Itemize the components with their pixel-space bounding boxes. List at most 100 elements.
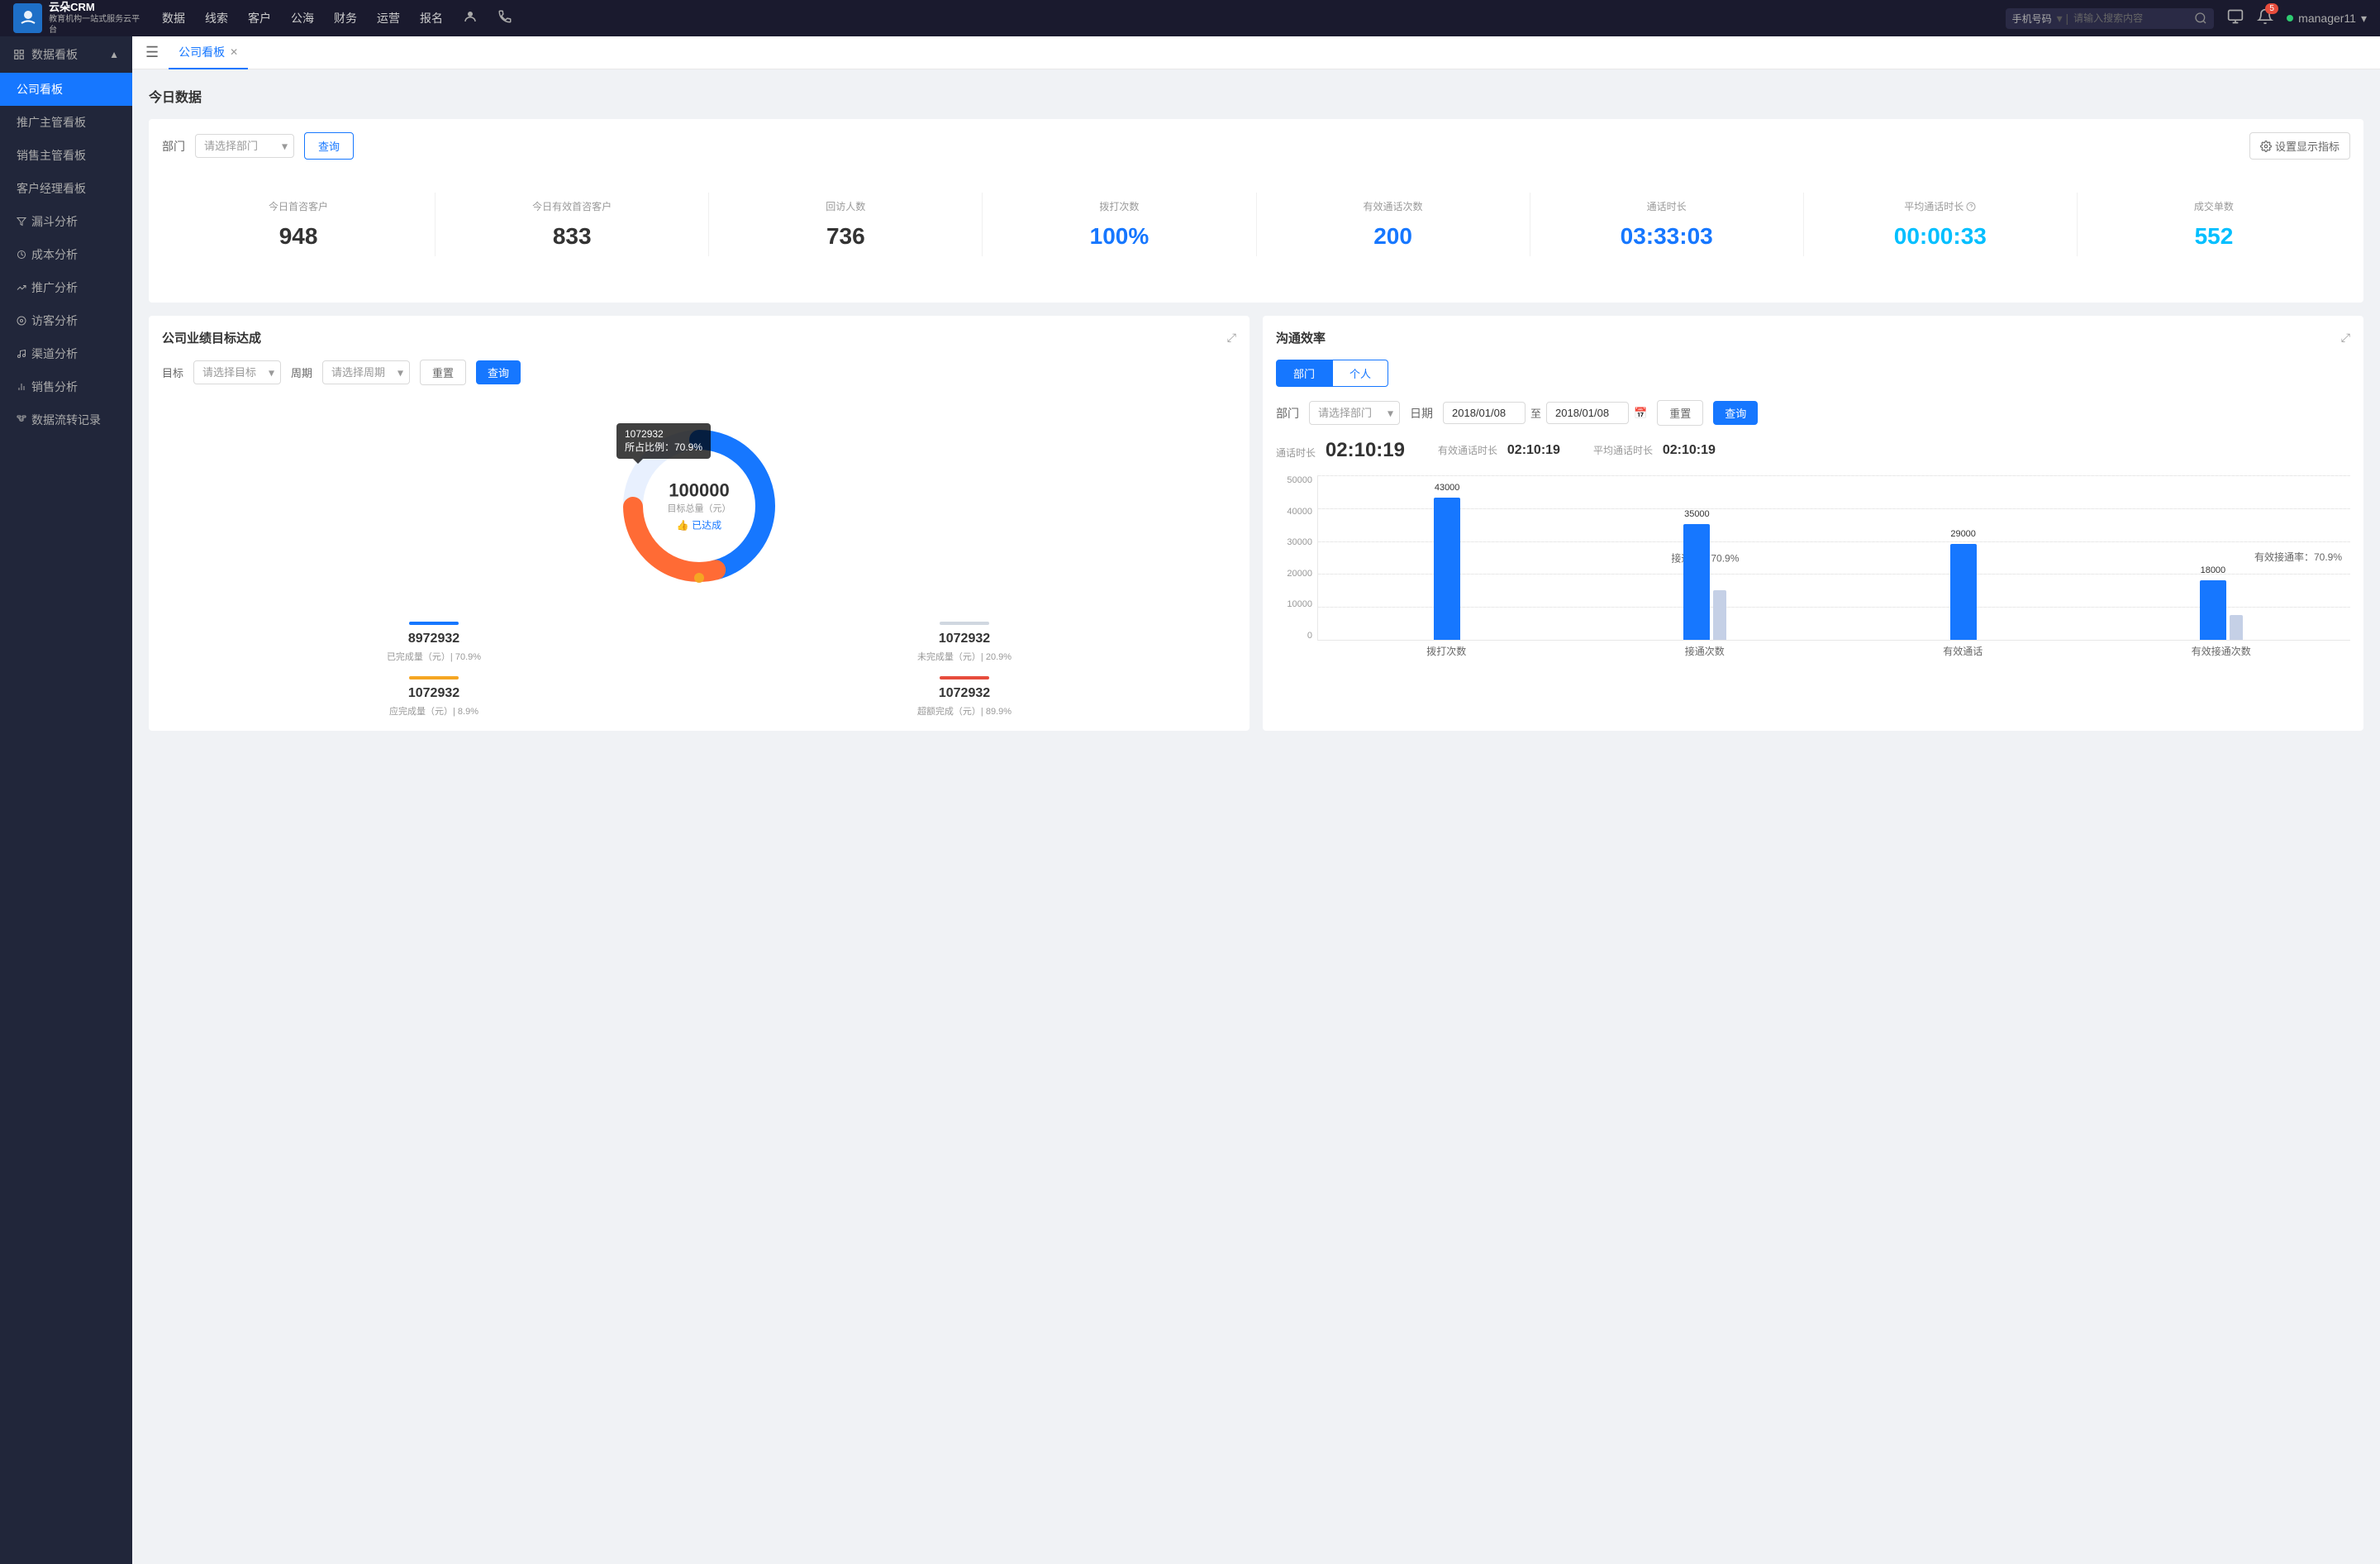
promo-icon <box>17 283 26 293</box>
sidebar-item-data-flow[interactable]: 数据流转记录 <box>0 403 132 436</box>
goal-stat-should-complete: 1072932 应完成量（元）| 8.9% <box>175 676 693 718</box>
stat-value-0: 948 <box>162 223 435 250</box>
stat-deals: 成交单数 552 <box>2078 193 2350 256</box>
tab-close-icon[interactable]: ✕ <box>230 46 238 58</box>
logo-icon <box>13 3 42 33</box>
nav-public[interactable]: 公海 <box>291 7 314 30</box>
effective-rate-label: 有效接通率：70.9% <box>2254 550 2342 564</box>
phone-icon[interactable] <box>497 6 512 31</box>
avg-call-stat: 平均通话时长 02:10:19 <box>1593 443 1716 458</box>
completed-desc: 已完成量（元）| 70.9% <box>175 650 693 663</box>
dept-select[interactable]: 请选择部门 <box>195 134 294 158</box>
stat-value-3: 100% <box>983 223 1255 250</box>
goal-stat-exceeded: 1072932 超额完成（元）| 89.9% <box>706 676 1223 718</box>
stat-label-3: 拨打次数 <box>983 199 1255 213</box>
comm-filter-row: 部门 请选择部门 日期 至 📅 重置 <box>1276 400 2350 426</box>
sidebar-item-channels[interactable]: 渠道分析 <box>0 337 132 370</box>
target-select[interactable]: 请选择目标 <box>193 360 281 384</box>
stat-label-2: 回访人数 <box>709 199 982 213</box>
bar-0-main[interactable] <box>1434 498 1460 640</box>
x-label-2: 有效通话 <box>1834 644 2092 658</box>
goal-reset-button[interactable]: 重置 <box>420 360 466 385</box>
page-content: 今日数据 部门 请选择部门 查询 设置显示指标 <box>132 69 2380 747</box>
date-end-input[interactable] <box>1546 402 1629 424</box>
goal-query-button[interactable]: 查询 <box>476 360 521 384</box>
x-label-0: 拨打次数 <box>1317 644 1576 658</box>
comm-tab-group: 部门 个人 <box>1276 360 2350 387</box>
calendar-icon[interactable]: 📅 <box>1634 407 1647 420</box>
communication-card: 沟通效率 ⤢ 部门 个人 部门 请选择部门 <box>1263 316 2363 731</box>
sidebar-item-promo-mgr[interactable]: 推广主管看板 <box>0 106 132 139</box>
goal-stat-uncompleted: 1072932 未完成量（元）| 20.9% <box>706 622 1223 663</box>
user-info[interactable]: manager11 ▾ <box>2287 12 2367 26</box>
stat-revisit: 回访人数 736 <box>709 193 983 256</box>
goal-card-title: 公司业绩目标达成 <box>162 329 261 346</box>
comm-card-header: 沟通效率 ⤢ <box>1276 329 2350 346</box>
exceeded-value: 1072932 <box>706 686 1223 701</box>
nav-data[interactable]: 数据 <box>162 7 185 30</box>
period-select[interactable]: 请选择周期 <box>322 360 410 384</box>
search-type-select[interactable]: 手机号码 <box>2012 12 2052 26</box>
nav-ops[interactable]: 运营 <box>377 7 400 30</box>
comm-query-button[interactable]: 查询 <box>1713 401 1758 425</box>
nav-finance[interactable]: 财务 <box>334 7 357 30</box>
sidebar-item-company[interactable]: 公司看板 <box>0 73 132 106</box>
today-data-title: 今日数据 <box>149 86 2363 106</box>
comm-dept-select[interactable]: 请选择部门 <box>1309 401 1400 425</box>
sidebar-item-cost[interactable]: 成本分析 <box>0 238 132 271</box>
notification-bell-icon[interactable]: 5 <box>2257 8 2273 29</box>
sidebar-collapse-icon[interactable]: ▲ <box>109 49 119 60</box>
bar-1-main[interactable] <box>1683 524 1710 640</box>
goal-stats-grid: 8972932 已完成量（元）| 70.9% 1072932 未完成量（元）| … <box>162 622 1236 718</box>
sidebar-section-header[interactable]: 数据看板 ▲ <box>0 36 132 73</box>
company-board-tab[interactable]: 公司看板 ✕ <box>169 36 248 69</box>
dept-tab[interactable]: 部门 <box>1276 360 1332 387</box>
hamburger-icon[interactable]: ☰ <box>145 44 159 61</box>
goal-expand-icon[interactable]: ⤢ <box>1227 331 1236 345</box>
person-icon[interactable] <box>463 6 478 31</box>
bar-3-main[interactable] <box>2200 580 2226 640</box>
today-query-button[interactable]: 查询 <box>304 132 354 160</box>
settings-button[interactable]: 设置显示指标 <box>2249 132 2350 160</box>
stat-value-2: 736 <box>709 223 982 250</box>
today-filter-row: 部门 请选择部门 查询 设置显示指标 <box>162 132 2350 160</box>
sidebar-item-promo[interactable]: 推广分析 <box>0 271 132 304</box>
sidebar-item-visitors[interactable]: 访客分析 <box>0 304 132 337</box>
completed-value: 8972932 <box>175 632 693 646</box>
nav-leads[interactable]: 线索 <box>205 7 228 30</box>
sidebar-section-label: 数据看板 <box>31 46 78 63</box>
stat-value-1: 833 <box>436 223 708 250</box>
sidebar-item-funnel[interactable]: 漏斗分析 <box>0 205 132 238</box>
nav-customers[interactable]: 客户 <box>248 7 271 30</box>
filter-icon <box>17 217 26 226</box>
comm-stats-row: 通话时长 02:10:19 有效通话时长 02:10:19 平均通话时长 02:… <box>1276 439 2350 462</box>
stat-value-5: 03:33:03 <box>1530 223 1803 250</box>
top-nav: 云朵CRM 教育机构一站式服务云平台 数据 线索 客户 公海 财务 运营 报名 … <box>0 0 2380 36</box>
stat-label-4: 有效通话次数 <box>1257 199 1530 213</box>
monitor-icon[interactable] <box>2227 8 2244 29</box>
x-label-3: 有效接通次数 <box>2092 644 2351 658</box>
stat-first-consult: 今日首咨客户 948 <box>162 193 436 256</box>
comm-reset-button[interactable]: 重置 <box>1657 400 1703 426</box>
company-goal-card: 公司业绩目标达成 ⤢ 目标 请选择目标 周期 请选 <box>149 316 1250 731</box>
sidebar-item-account-mgr[interactable]: 客户经理看板 <box>0 172 132 205</box>
bar-group-2: 29000 <box>1835 475 2092 640</box>
should-complete-desc: 应完成量（元）| 8.9% <box>175 704 693 718</box>
nav-signup[interactable]: 报名 <box>420 7 443 30</box>
user-dropdown-icon[interactable]: ▾ <box>2361 12 2367 26</box>
sidebar-item-sales-mgr[interactable]: 销售主管看板 <box>0 139 132 172</box>
search-input[interactable] <box>2073 12 2189 24</box>
avg-call-value: 02:10:19 <box>1663 443 1716 457</box>
date-start-input[interactable] <box>1443 402 1526 424</box>
main-content: ☰ 公司看板 ✕ 今日数据 部门 请选择部门 <box>132 36 2380 1564</box>
donut-center-status: 👍 已达成 <box>668 518 731 532</box>
sidebar: 数据看板 ▲ 公司看板 推广主管看板 销售主管看板 客户经理看板 漏斗分析 成本… <box>0 36 132 1564</box>
personal-tab[interactable]: 个人 <box>1332 360 1388 387</box>
stats-row: 今日首咨客户 948 今日有效首咨客户 833 回访人数 736 拨打次数 10… <box>162 176 2350 273</box>
bar-2-main[interactable] <box>1950 544 1977 640</box>
bar-1-secondary[interactable] <box>1713 590 1726 640</box>
logo-text: 云朵CRM 教育机构一站式服务云平台 <box>49 1 145 36</box>
sidebar-item-sales[interactable]: 销售分析 <box>0 370 132 403</box>
bar-3-secondary[interactable] <box>2230 615 2243 640</box>
comm-expand-icon[interactable]: ⤢ <box>2341 331 2350 345</box>
